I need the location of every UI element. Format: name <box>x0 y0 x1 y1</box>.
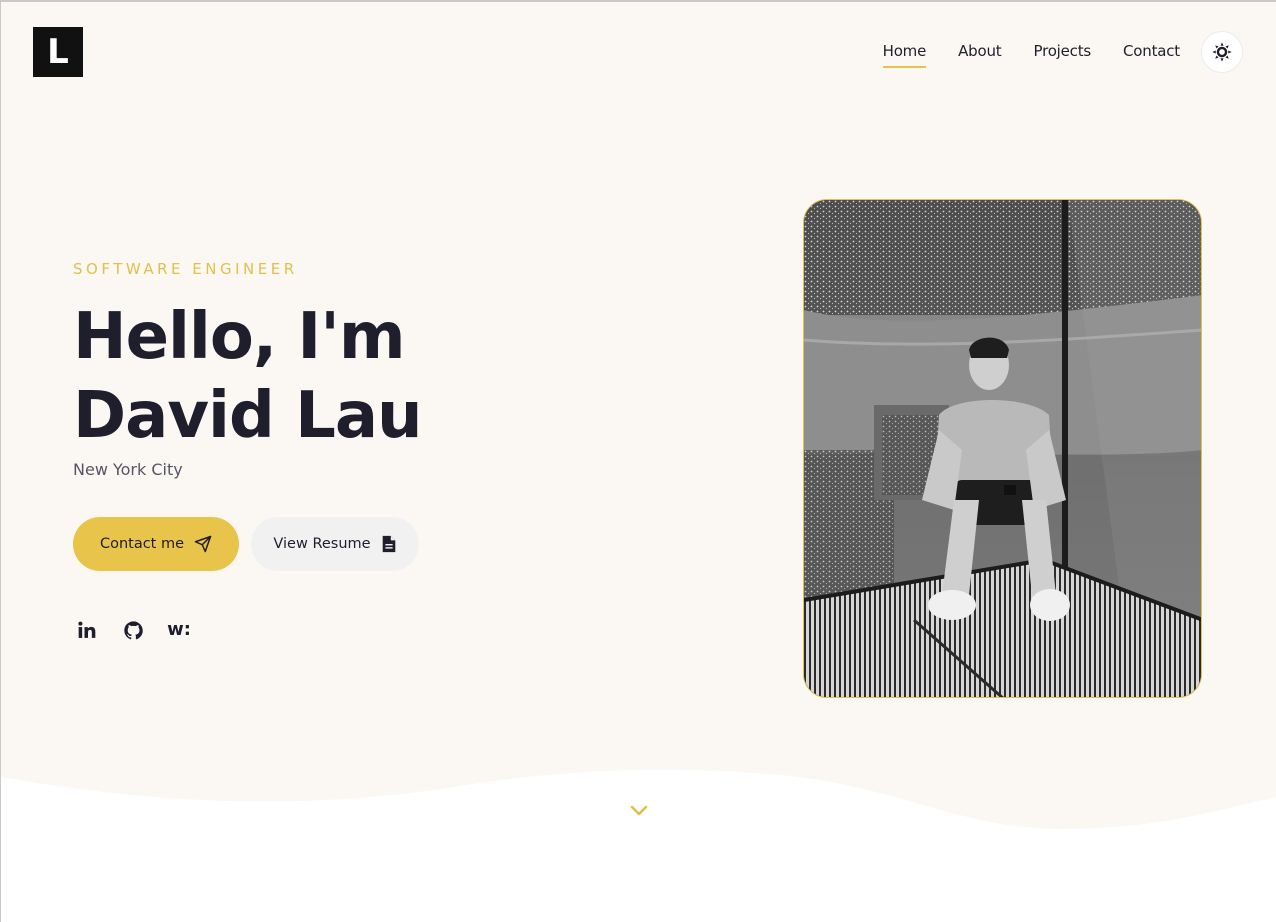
nav-contact[interactable]: Contact <box>1123 42 1180 68</box>
github-link[interactable] <box>121 618 145 642</box>
headline-line-1: Hello, I'm <box>73 300 405 374</box>
contact-me-button[interactable]: Contact me <box>73 517 239 571</box>
theme-toggle-button[interactable] <box>1201 31 1243 73</box>
linkedin-link[interactable] <box>75 618 99 642</box>
view-resume-button[interactable]: View Resume <box>251 517 419 571</box>
page: L Home About Projects Contact SOFTWARE E… <box>0 0 1276 922</box>
nav-home[interactable]: Home <box>882 42 926 68</box>
portrait-illustration <box>804 200 1201 697</box>
linkedin-icon <box>78 621 96 638</box>
nav-about[interactable]: About <box>958 42 1002 68</box>
hero-headline: Hello, I'm David Lau <box>73 298 593 456</box>
role-eyebrow: SOFTWARE ENGINEER <box>73 260 298 278</box>
view-resume-label: View Resume <box>273 536 371 552</box>
logo-letter: L <box>47 32 69 72</box>
portrait-photo <box>803 199 1202 698</box>
github-icon <box>123 620 143 639</box>
document-icon <box>382 535 395 553</box>
send-icon <box>194 535 212 553</box>
site-logo[interactable]: L <box>33 27 83 77</box>
contact-me-label: Contact me <box>99 536 185 552</box>
wellfound-link[interactable]: w: <box>167 618 191 642</box>
social-links: w: <box>75 618 191 642</box>
headline-line-2: David Lau <box>73 379 423 453</box>
main-nav: Home About Projects Contact <box>882 42 1180 68</box>
sun-icon <box>1212 42 1232 62</box>
chevron-down-icon[interactable] <box>629 800 649 820</box>
nav-projects[interactable]: Projects <box>1033 42 1091 68</box>
location-text: New York City <box>73 460 183 479</box>
wellfound-icon: w: <box>167 619 191 640</box>
